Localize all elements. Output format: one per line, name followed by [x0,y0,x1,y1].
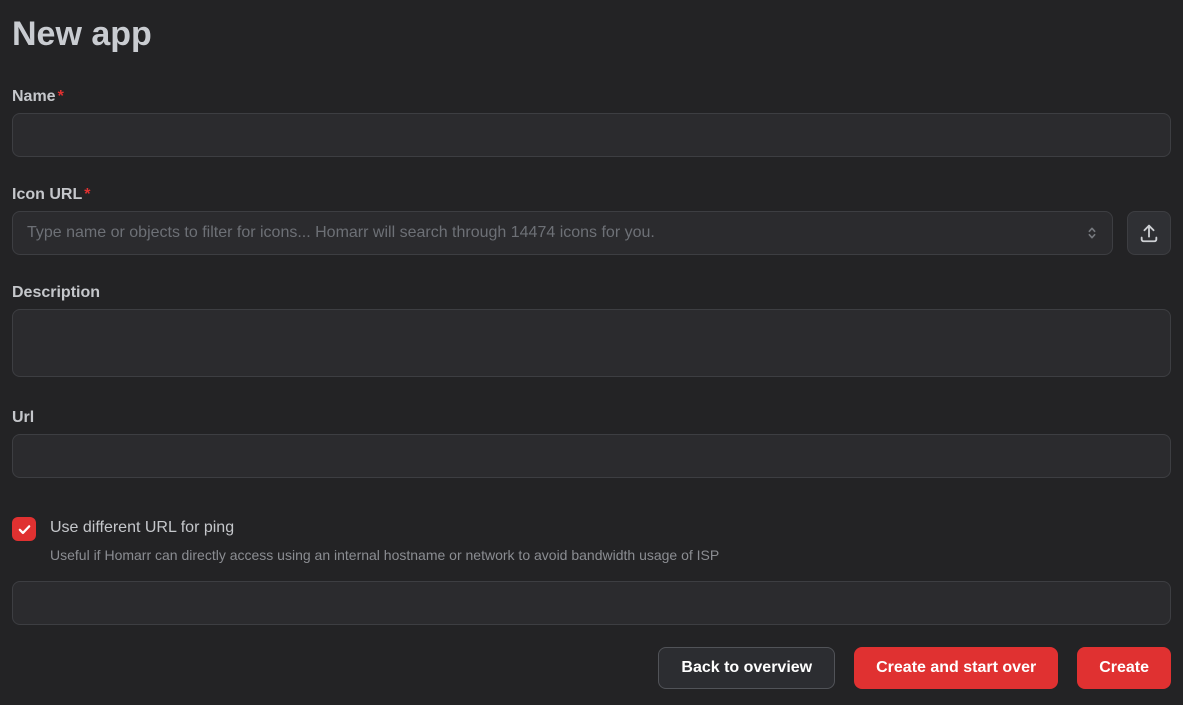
icon-url-required-mark: * [84,186,90,203]
ping-url-input[interactable] [12,581,1171,625]
field-name: Name* [12,87,1171,157]
ping-checkbox-label[interactable]: Use different URL for ping [50,516,719,540]
description-label: Description [12,283,1171,303]
icon-url-select-input[interactable] [12,211,1113,255]
name-label: Name* [12,87,1171,107]
field-icon-url: Icon URL* [12,185,1171,255]
ping-checkbox-row: Use different URL for ping Useful if Hom… [12,516,1171,564]
page-title: New app [12,10,1171,58]
upload-button[interactable] [1127,211,1171,255]
upload-icon [1138,222,1160,244]
check-icon [17,522,32,537]
name-required-mark: * [58,88,64,105]
field-ping-url [12,581,1171,625]
new-app-page: New app Name* Icon URL* Des [0,10,1183,705]
name-input[interactable] [12,113,1171,157]
name-label-text: Name [12,88,56,105]
ping-help-text: Useful if Homarr can directly access usi… [50,546,719,564]
field-url: Url [12,408,1171,478]
description-textarea[interactable] [12,309,1171,377]
ping-checkbox-texts: Use different URL for ping Useful if Hom… [50,516,719,564]
icon-url-label-text: Icon URL [12,186,82,203]
action-buttons: Back to overview Create and start over C… [12,647,1171,689]
back-to-overview-button[interactable]: Back to overview [658,647,835,689]
create-button[interactable]: Create [1077,647,1171,689]
url-label: Url [12,408,1171,428]
icon-url-label: Icon URL* [12,185,1171,205]
ping-checkbox[interactable] [12,517,36,541]
field-description: Description [12,283,1171,382]
create-and-start-over-button[interactable]: Create and start over [854,647,1058,689]
url-input[interactable] [12,434,1171,478]
icon-url-select [12,211,1113,255]
